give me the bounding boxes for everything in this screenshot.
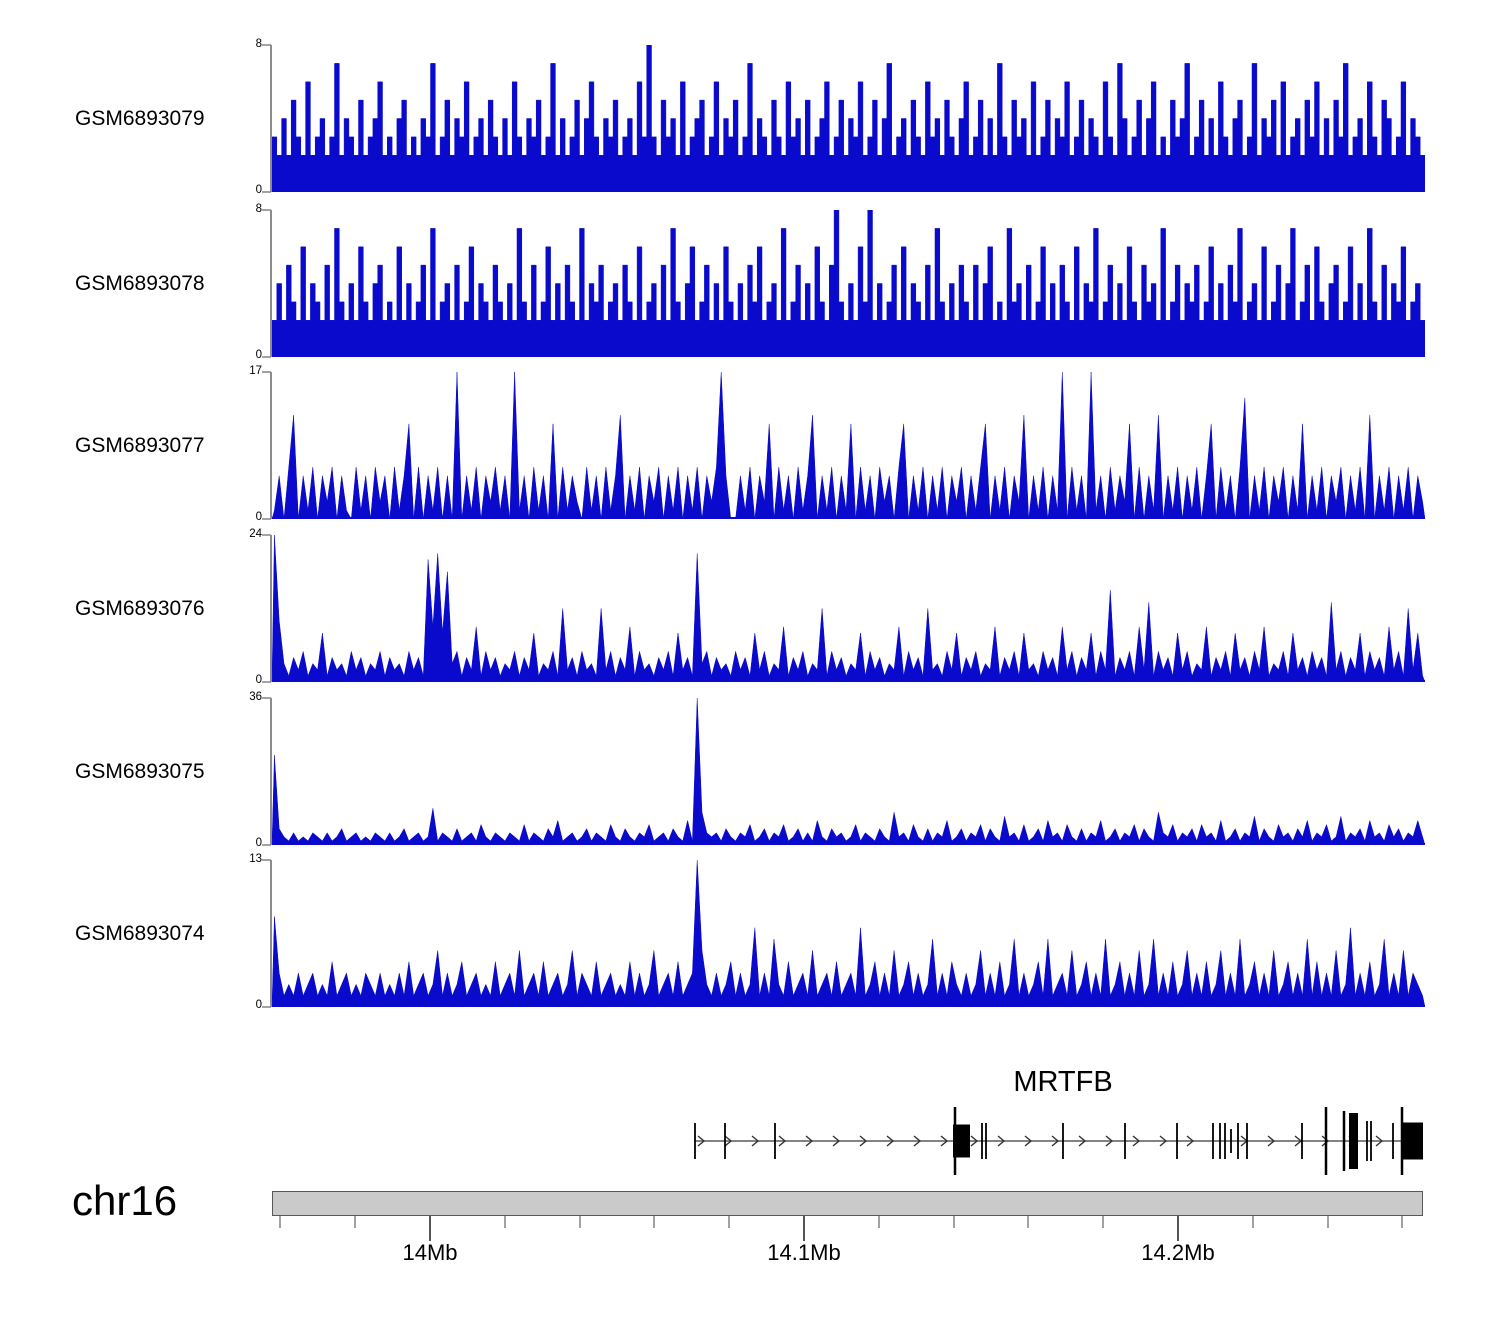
- y-axis: [262, 859, 272, 1008]
- y-axis: [262, 44, 272, 193]
- track-label: GSM6893079: [75, 106, 205, 130]
- genome-browser: GSM6893079 8 0 GSM6893078 8 0 GSM6893077 17 0 GSM…: [0, 0, 1500, 1320]
- chromosome-ideogram-bar: [272, 1191, 1423, 1216]
- coverage-signal: [272, 535, 1425, 682]
- track-label: GSM6893075: [75, 759, 205, 783]
- track-label: GSM6893078: [75, 271, 205, 295]
- coordinate-label: 14.1Mb: [767, 1240, 841, 1265]
- coverage-signal: [272, 45, 1425, 192]
- y-axis: [262, 534, 272, 683]
- coverage-signal: [272, 698, 1425, 845]
- track-label: GSM6893076: [75, 596, 205, 620]
- gene-model: [694, 1107, 1423, 1175]
- y-axis: [262, 371, 272, 520]
- track-label: GSM6893074: [75, 921, 205, 945]
- coordinate-label: 14.2Mb: [1141, 1240, 1215, 1265]
- coverage-signal: [272, 372, 1425, 519]
- coverage-signal: [272, 210, 1425, 357]
- chromosome-label: chr16: [72, 1177, 178, 1224]
- coverage-signal: [272, 860, 1425, 1007]
- coordinate-label: 14Mb: [402, 1240, 458, 1265]
- track-label: GSM6893077: [75, 433, 205, 457]
- y-axis: [262, 209, 272, 358]
- y-axis: [262, 697, 272, 846]
